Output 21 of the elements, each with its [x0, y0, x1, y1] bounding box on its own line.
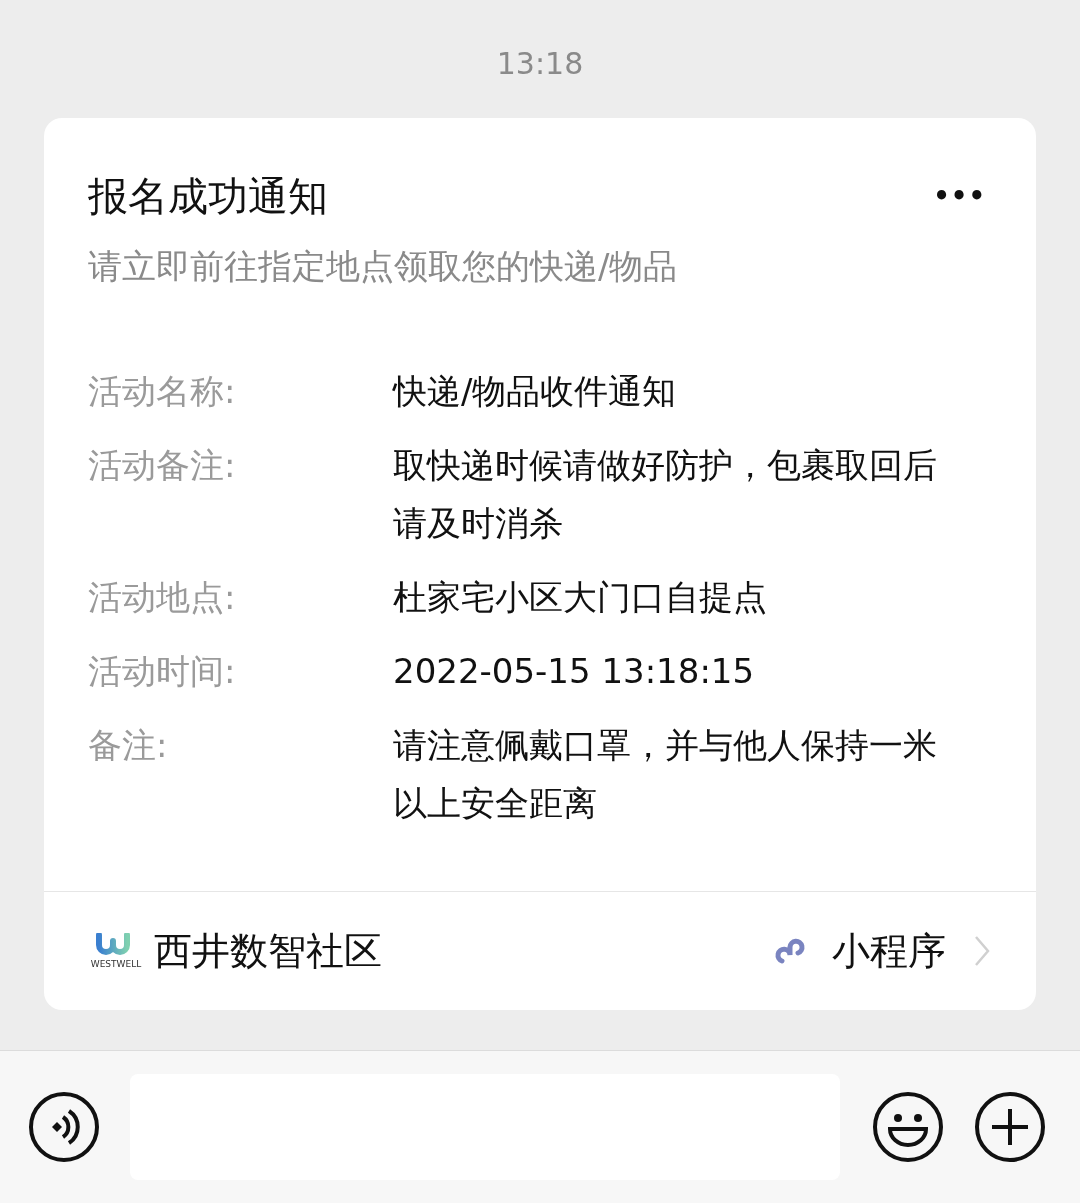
- field-value: 2022-05-15 13:18:15: [393, 650, 756, 693]
- card-subtitle: 请立即前往指定地点领取您的快递/物品: [87, 245, 679, 288]
- field-label: 活动名称:: [88, 370, 237, 413]
- more-button[interactable]: •••: [933, 181, 986, 211]
- timestamp: 13:18: [496, 45, 584, 83]
- field-value: 快递/物品收件通知: [393, 370, 678, 413]
- voice-icon[interactable]: [28, 1091, 100, 1163]
- field-label: 活动地点:: [88, 576, 237, 619]
- field-label: 活动时间:: [88, 650, 237, 693]
- field-label: 备注:: [88, 724, 169, 767]
- source-name: 西井数智社区: [154, 927, 383, 975]
- field-label: 活动备注:: [88, 444, 237, 487]
- card-title: 报名成功通知: [88, 172, 328, 221]
- plus-icon[interactable]: [974, 1091, 1046, 1163]
- message-card[interactable]: 报名成功通知 ••• 请立即前往指定地点领取您的快递/物品 活动名称: 快递/物品收件通知 活动备注: 取快递时候请做好防护，包裹取回后请及时消杀 活动地点: 杜家宅小区大门口自提点 活动时间: 2022-05-15 13:18:15 备注: 请注意佩戴口罩，并与他人保持一米以上安全距离 WESTWELL 西井数智社区 小程序: [44, 118, 1036, 1010]
- source-type: 小程序: [832, 927, 946, 975]
- field-value: 取快递时候请做好防护，包裹取回后请及时消杀: [393, 444, 938, 545]
- field-value: 请注意佩戴口罩，并与他人保持一米以上安全距离: [393, 724, 938, 825]
- field-value: 杜家宅小区大门口自提点: [393, 576, 768, 619]
- logo-caption: WESTWELL: [90, 959, 142, 969]
- emoji-icon[interactable]: [872, 1091, 944, 1163]
